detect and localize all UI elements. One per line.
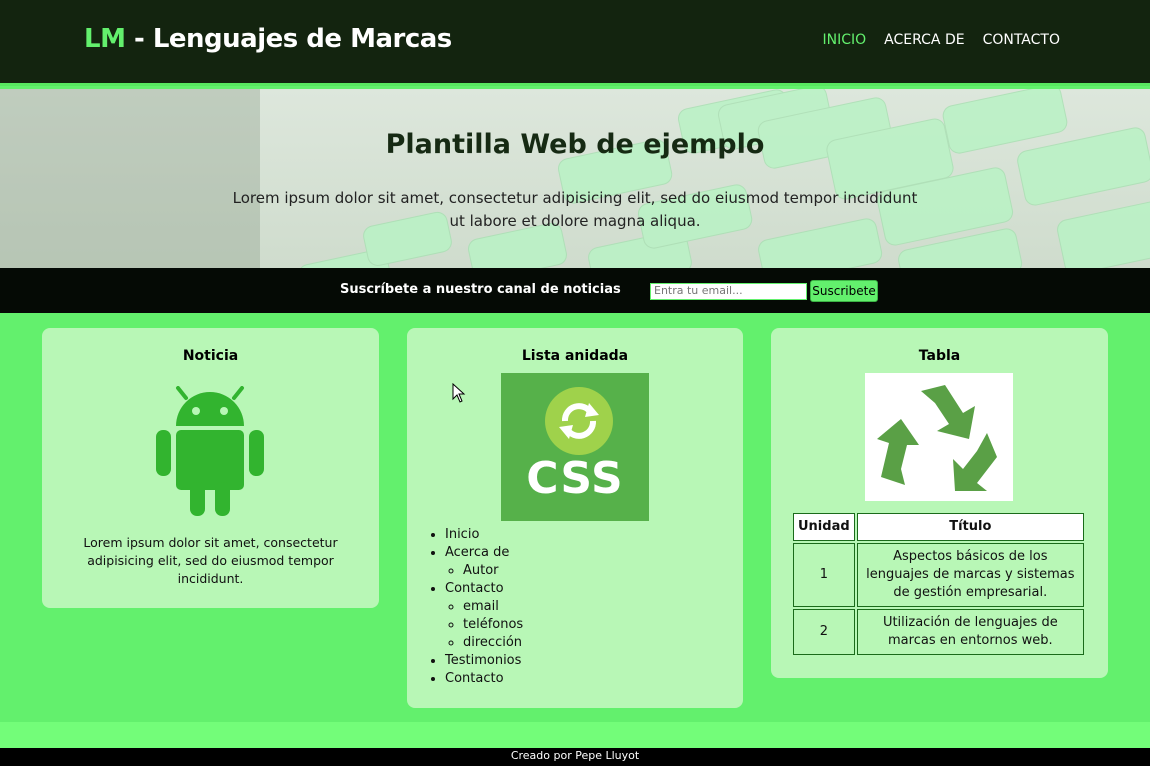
footer-band <box>0 722 1150 748</box>
nested-sublist: email teléfonos dirección <box>445 598 523 652</box>
css-logo-image: CSS <box>501 373 649 521</box>
table-cell: 1 <box>793 543 855 607</box>
recycle-image <box>865 373 1013 501</box>
site-header: LM - Lenguajes de Marcas INICIO ACERCA D… <box>0 0 1150 86</box>
units-table: Unidad Título 1 Aspectos básicos de los … <box>791 511 1086 657</box>
refresh-icon <box>545 387 613 455</box>
table-header-row: Unidad Título <box>793 513 1084 541</box>
list-card-title: Lista anidada <box>521 348 629 364</box>
site-footer: Creado por Pepe Lluyot <box>0 748 1150 766</box>
list-item[interactable]: email <box>463 598 523 616</box>
nav-item-inicio[interactable]: INICIO <box>823 32 867 48</box>
subscribe-button[interactable]: Suscribete <box>810 280 878 302</box>
table-header-cell: Título <box>856 513 1084 541</box>
list-item[interactable]: teléfonos <box>463 616 523 634</box>
logo-accent: LM <box>84 24 126 54</box>
news-card-title: Noticia <box>182 348 239 364</box>
table-cell: Utilización de lenguajes de marcas en en… <box>856 609 1084 655</box>
table-card-title: Tabla <box>918 348 961 364</box>
news-card: Noticia Lorem ipsum dolor sit amet, cons… <box>42 328 379 608</box>
subscribe-label: Suscríbete a nuestro canal de noticias <box>340 282 621 297</box>
mouse-cursor-icon <box>452 383 466 403</box>
list-item[interactable]: Contacto email teléfonos dirección <box>445 580 523 652</box>
email-field[interactable]: Entra tu email... <box>650 283 807 300</box>
list-item[interactable]: Inicio <box>445 526 523 544</box>
android-icon <box>156 386 264 516</box>
table-header-cell: Unidad <box>793 513 855 541</box>
recycle-icon <box>877 385 997 491</box>
table-cell: 2 <box>793 609 855 655</box>
hero-title: Plantilla Web de ejemplo <box>385 129 765 160</box>
table-row: 2 Utilización de lenguajes de marcas en … <box>793 609 1084 655</box>
nested-sublist: Autor <box>445 562 523 580</box>
list-item[interactable]: Contacto <box>445 670 523 688</box>
news-card-text: Lorem ipsum dolor sit amet, consectetur … <box>83 535 338 586</box>
nav-item-acerca-de[interactable]: ACERCA DE <box>884 32 964 48</box>
table-card: Tabla Unidad Título 1 Aspectos básicos d… <box>771 328 1108 678</box>
list-item[interactable]: Acerca de Autor <box>445 544 523 580</box>
nav-item-contacto[interactable]: CONTACTO <box>983 32 1060 48</box>
subscribe-bar: Suscríbete a nuestro canal de noticias E… <box>0 268 1150 313</box>
site-logo[interactable]: LM - Lenguajes de Marcas <box>84 24 452 54</box>
keyboard-background-image <box>0 89 1150 268</box>
css-logo-text: CSS <box>526 453 624 504</box>
nested-list: Inicio Acerca de Autor Contacto email te… <box>427 526 523 688</box>
table-row: 1 Aspectos básicos de los lenguajes de m… <box>793 543 1084 607</box>
list-item[interactable]: Autor <box>463 562 523 580</box>
hero-text: Lorem ipsum dolor sit amet, consectetur … <box>232 189 918 230</box>
list-item[interactable]: dirección <box>463 634 523 652</box>
table-cell: Aspectos básicos de los lenguajes de mar… <box>856 543 1084 607</box>
main-nav: INICIO ACERCA DE CONTACTO <box>823 32 1061 48</box>
list-item[interactable]: Testimonios <box>445 652 523 670</box>
hero-banner: Plantilla Web de ejemplo Lorem ipsum dol… <box>0 89 1150 268</box>
logo-text: - Lenguajes de Marcas <box>125 24 452 54</box>
